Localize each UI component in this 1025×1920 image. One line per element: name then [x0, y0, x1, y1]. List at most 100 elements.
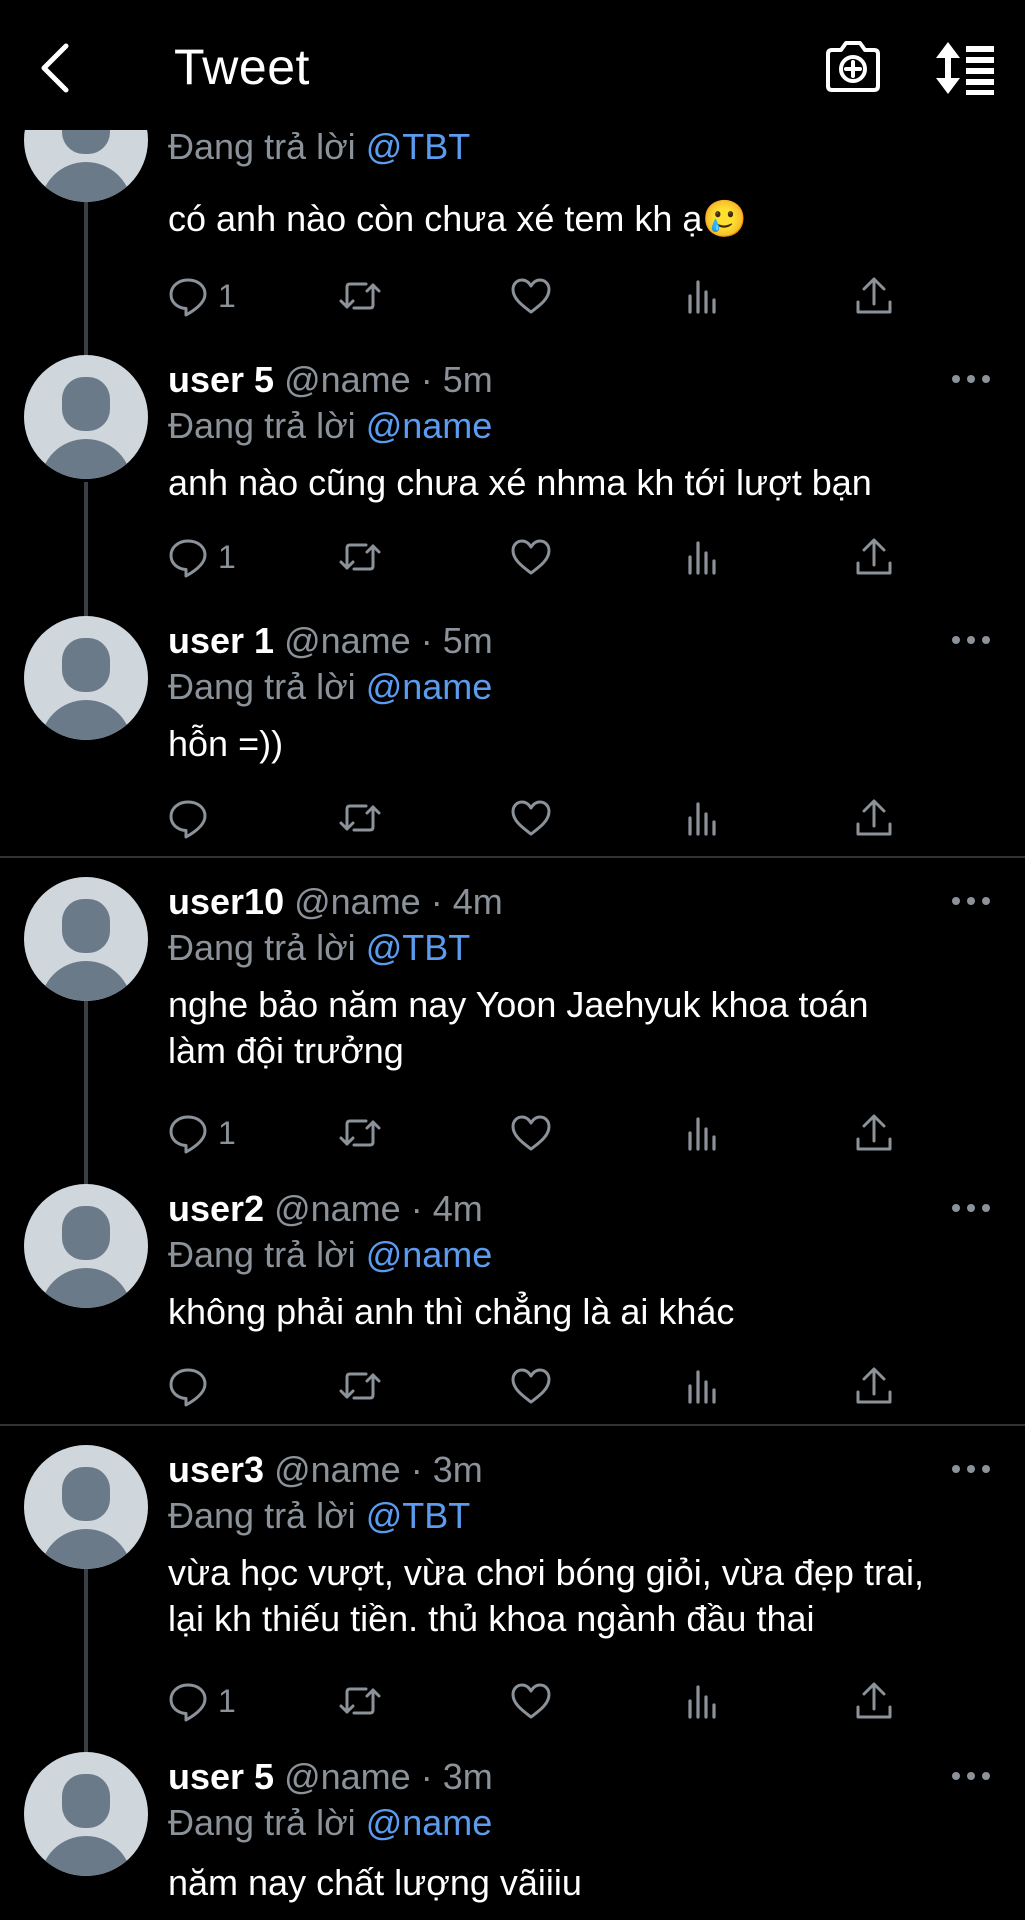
retweet-button[interactable] — [338, 531, 382, 581]
mention-link[interactable]: @TBT — [366, 1495, 471, 1536]
replying-to: Đang trả lời @name — [168, 1802, 493, 1843]
like-button[interactable] — [509, 270, 553, 320]
mention-link[interactable]: @name — [366, 1234, 493, 1275]
username[interactable]: user 1 — [168, 620, 274, 661]
sort-replies-button[interactable] — [934, 40, 996, 96]
mention-link[interactable]: @TBT — [366, 927, 471, 968]
share-icon — [852, 1111, 896, 1155]
reply-icon — [166, 1679, 210, 1723]
tweet-text: anh nào cũng chưa xé nhma kh tới lượt bạ… — [168, 462, 872, 503]
tweet-screen: Tweet Đang trả lời @TBT có anh nào còn c… — [0, 0, 1025, 1920]
avatar[interactable] — [24, 355, 148, 479]
more-options-button[interactable] — [952, 1459, 998, 1479]
camera-button[interactable] — [822, 38, 884, 96]
like-button[interactable] — [509, 1107, 553, 1157]
reply-icon — [166, 1364, 210, 1408]
bar-chart-icon — [681, 274, 725, 318]
more-options-button[interactable] — [952, 369, 998, 389]
retweet-button[interactable] — [338, 792, 382, 842]
tweet-actions — [0, 1360, 1025, 1410]
retweet-icon — [338, 274, 382, 318]
tweet-actions: 1 — [0, 270, 1025, 320]
user-handle: @name — [274, 1188, 401, 1229]
reply-icon — [166, 535, 210, 579]
avatar[interactable] — [24, 877, 148, 1001]
share-button[interactable] — [852, 1107, 896, 1157]
more-options-button[interactable] — [952, 891, 998, 911]
like-button[interactable] — [509, 792, 553, 842]
retweet-button[interactable] — [338, 1107, 382, 1157]
share-button[interactable] — [852, 792, 896, 842]
timestamp: · 4m — [410, 1188, 483, 1229]
share-button[interactable] — [852, 270, 896, 320]
avatar[interactable] — [24, 616, 148, 740]
avatar[interactable] — [24, 1752, 148, 1876]
more-options-button[interactable] — [952, 1198, 998, 1218]
share-button[interactable] — [852, 1360, 896, 1410]
share-button[interactable] — [852, 1675, 896, 1725]
timestamp: · 5m — [420, 359, 493, 400]
reply-button[interactable] — [166, 792, 210, 842]
heart-icon — [509, 535, 553, 579]
replying-to: Đang trả lời @TBT — [168, 1495, 471, 1536]
camera-plus-icon — [826, 41, 880, 92]
username[interactable]: user 5 — [168, 1756, 274, 1797]
user-handle: @name — [284, 1756, 411, 1797]
retweet-button[interactable] — [338, 1675, 382, 1725]
reply-button[interactable]: 1 — [166, 270, 246, 320]
heart-icon — [509, 1364, 553, 1408]
retweet-button[interactable] — [338, 270, 382, 320]
username[interactable]: user2 — [168, 1188, 264, 1229]
tweet-header: user 5 @name · 5m — [168, 359, 493, 401]
heart-icon — [509, 1679, 553, 1723]
username[interactable]: user10 — [168, 881, 284, 922]
more-options-button[interactable] — [952, 1766, 998, 1786]
retweet-icon — [338, 1111, 382, 1155]
mention-link[interactable]: @name — [366, 666, 493, 707]
reply-button[interactable]: 1 — [166, 531, 246, 581]
username[interactable]: user 5 — [168, 359, 274, 400]
bar-chart-icon — [681, 1679, 725, 1723]
avatar[interactable] — [24, 1184, 148, 1308]
share-icon — [852, 1679, 896, 1723]
bar-chart-icon — [681, 535, 725, 579]
mention-link[interactable]: @name — [366, 1802, 493, 1843]
tweet-text-line: nghe bảo năm nay Yoon Jaehyuk khoa toán — [168, 984, 869, 1025]
tweet-header: user 5 @name · 3m — [168, 1756, 493, 1798]
like-button[interactable] — [509, 1360, 553, 1410]
retweet-icon — [338, 796, 382, 840]
reply-button[interactable]: 1 — [166, 1107, 246, 1157]
like-button[interactable] — [509, 1675, 553, 1725]
username[interactable]: user3 — [168, 1449, 264, 1490]
tweet-text-line: vừa học vượt, vừa chơi bóng giỏi, vừa đẹ… — [168, 1552, 924, 1593]
views-button[interactable] — [681, 1360, 725, 1410]
share-icon — [852, 1364, 896, 1408]
user-handle: @name — [294, 881, 421, 922]
reply-button[interactable]: 1 — [166, 1675, 246, 1725]
mention-link[interactable]: @TBT — [366, 126, 471, 167]
more-options-button[interactable] — [952, 630, 998, 650]
mention-link[interactable]: @name — [366, 405, 493, 446]
views-button[interactable] — [681, 531, 725, 581]
reply-button[interactable] — [166, 1360, 210, 1410]
retweet-icon — [338, 1679, 382, 1723]
back-button[interactable] — [32, 38, 82, 98]
retweet-button[interactable] — [338, 1360, 382, 1410]
views-button[interactable] — [681, 270, 725, 320]
thread-separator — [0, 1424, 1025, 1426]
reply-count: 1 — [218, 539, 236, 575]
views-button[interactable] — [681, 1675, 725, 1725]
tweet-actions: 1 — [0, 1675, 1025, 1725]
share-button[interactable] — [852, 531, 896, 581]
heart-icon — [509, 796, 553, 840]
views-button[interactable] — [681, 1107, 725, 1157]
avatar[interactable] — [24, 1445, 148, 1569]
timestamp: · 3m — [410, 1449, 483, 1490]
tweet-text: năm nay chất lượng vãiiiu — [168, 1862, 582, 1903]
reply-count: 1 — [218, 1115, 236, 1151]
like-button[interactable] — [509, 531, 553, 581]
heart-icon — [509, 1111, 553, 1155]
user-handle: @name — [274, 1449, 401, 1490]
views-button[interactable] — [681, 792, 725, 842]
tweet-text: hỗn =)) — [168, 723, 284, 764]
